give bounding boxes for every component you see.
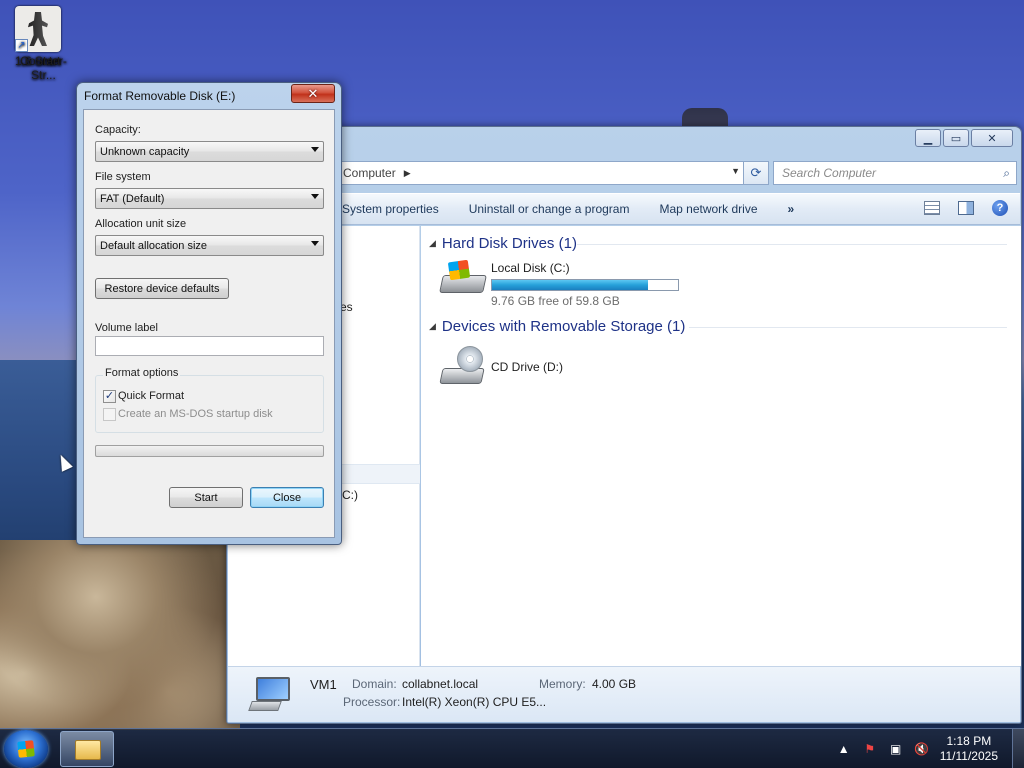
chevron-down-icon [311, 147, 319, 152]
group-header-removable[interactable]: ◢ Devices with Removable Storage (1) [429, 318, 685, 335]
domain-value: collabnet.local [402, 677, 479, 691]
explorer-window[interactable]: ▁ ▭ ✕ Computer ▶ ▼ ⟳ Search Computer ⌕ S… [226, 126, 1022, 724]
start-button[interactable]: Start [169, 487, 243, 508]
disk-free-text: 9.76 GB free of 59.8 GB [491, 294, 620, 308]
folder-icon [75, 740, 101, 760]
drive-name: Local Disk (C:) [491, 261, 570, 275]
breadcrumb-computer[interactable]: Computer [343, 166, 396, 180]
capacity-select[interactable]: Unknown capacity [95, 141, 324, 162]
group-divider [577, 244, 1007, 245]
windows-logo-icon [17, 740, 35, 758]
format-dialog[interactable]: Format Removable Disk (E:) ✕ Capacity: U… [76, 82, 342, 545]
network-icon[interactable]: ▣ [888, 741, 904, 757]
memory-value: 4.00 GB [592, 677, 637, 691]
chevron-down-icon [311, 241, 319, 246]
capacity-label: Capacity: [95, 124, 141, 136]
chevron-down-icon [311, 194, 319, 199]
group-divider [689, 327, 1007, 328]
window-controls: ▁ ▭ ✕ [915, 129, 1013, 147]
file-system-select[interactable]: FAT (Default) [95, 188, 324, 209]
more-commands-button[interactable]: » [788, 202, 795, 216]
help-icon[interactable]: ? [992, 200, 1008, 216]
memory-label: Memory: [539, 677, 586, 691]
domain-label: Domain: [352, 677, 397, 691]
hard-disk-icon [439, 259, 487, 297]
counter-strike-icon: ↗ [15, 6, 61, 52]
start-button-orb[interactable] [4, 730, 48, 768]
show-hidden-icons-icon[interactable]: ▲ [836, 741, 852, 757]
taskbar-explorer-button[interactable] [60, 731, 114, 767]
taskbar: ▲ ⚑ ▣ 🔇 1:18 PM 11/11/2025 [0, 728, 1024, 768]
format-options-label: Format options [103, 367, 181, 379]
breadcrumb-chevron-icon[interactable]: ▶ [404, 168, 411, 179]
restore-defaults-button[interactable]: Restore device defaults [95, 278, 229, 299]
quick-format-checkbox[interactable]: ✓ [103, 390, 116, 403]
volume-label-input[interactable] [95, 336, 324, 356]
shortcut-arrow-icon: ↗ [15, 39, 28, 52]
clock[interactable]: 1:18 PM 11/11/2025 [940, 734, 998, 764]
format-progress-bar [95, 445, 324, 457]
maximize-button[interactable]: ▭ [943, 129, 969, 147]
disk-usage-fill [492, 280, 648, 290]
cd-drive-icon [439, 346, 485, 388]
allocation-unit-label: Allocation unit size [95, 218, 187, 230]
clock-time: 1:18 PM [946, 734, 992, 748]
processor-label: Processor: [343, 695, 401, 709]
msdos-startup-checkbox[interactable] [103, 408, 116, 421]
clock-date: 11/11/2025 [939, 749, 998, 763]
drive-local-disk-c[interactable]: Local Disk (C:) 9.76 GB free of 59.8 GB [439, 259, 679, 308]
search-icon[interactable]: ⌕ [1003, 166, 1010, 181]
format-options-group [95, 375, 324, 433]
system-tray: ▲ ⚑ ▣ 🔇 1:18 PM 11/11/2025 [836, 729, 1024, 768]
computer-name: VM1 [310, 677, 337, 692]
drive-name: CD Drive (D:) [491, 360, 563, 374]
drive-cd-d[interactable]: CD Drive (D:) [439, 346, 563, 388]
map-network-drive-button[interactable]: Map network drive [659, 202, 757, 216]
dialog-title: Format Removable Disk (E:) [84, 89, 236, 103]
volume-label-label: Volume label [95, 322, 158, 334]
refresh-icon[interactable]: ⟳ [743, 161, 769, 185]
file-system-label: File system [95, 171, 151, 183]
show-desktop-button[interactable] [1012, 729, 1024, 768]
collapse-triangle-icon[interactable]: ◢ [429, 321, 436, 332]
desktop-icon-label-2: 1.6 Start [15, 54, 61, 68]
minimize-button[interactable]: ▁ [915, 129, 941, 147]
close-button[interactable]: Close [250, 487, 324, 508]
allocation-unit-select[interactable]: Default allocation size [95, 235, 324, 256]
desktop-shortcut-counter-strike[interactable]: ↗ Counter-Str... 1.6 Start [4, 6, 72, 82]
quick-format-label: Quick Format [118, 390, 185, 402]
dialog-body: Capacity: Unknown capacity File system F… [83, 109, 335, 538]
dialog-close-button[interactable]: ✕ [291, 84, 335, 103]
disk-usage-bar [491, 279, 679, 291]
search-placeholder: Search Computer [782, 166, 877, 180]
details-pane: VM1 Domain: collabnet.local Memory: 4.00… [228, 666, 1020, 722]
command-bar: System properties Uninstall or change a … [228, 193, 1020, 225]
change-view-icon[interactable] [924, 201, 940, 215]
group-header-hard-disk[interactable]: ◢ Hard Disk Drives (1) [429, 235, 577, 252]
processor-value: Intel(R) Xeon(R) CPU E5... [402, 695, 547, 709]
nav-item-partial-drive[interactable]: C:) [342, 488, 358, 502]
collapse-triangle-icon[interactable]: ◢ [429, 238, 436, 249]
uninstall-program-button[interactable]: Uninstall or change a program [469, 202, 630, 216]
computer-icon [248, 677, 294, 713]
address-dropdown-icon[interactable]: ▼ [731, 166, 740, 176]
search-input[interactable]: Search Computer ⌕ [773, 161, 1017, 185]
content-pane: ◢ Hard Disk Drives (1) Local Disk (C:) 9… [421, 226, 1021, 666]
msdos-startup-label: Create an MS-DOS startup disk [118, 408, 273, 420]
window-close-button[interactable]: ✕ [971, 129, 1013, 147]
preview-pane-icon[interactable] [958, 201, 974, 215]
volume-muted-icon[interactable]: 🔇 [914, 741, 930, 757]
system-properties-button[interactable]: System properties [342, 202, 439, 216]
wallpaper-rocks [0, 540, 240, 730]
action-center-flag-icon[interactable]: ⚑ [862, 741, 878, 757]
